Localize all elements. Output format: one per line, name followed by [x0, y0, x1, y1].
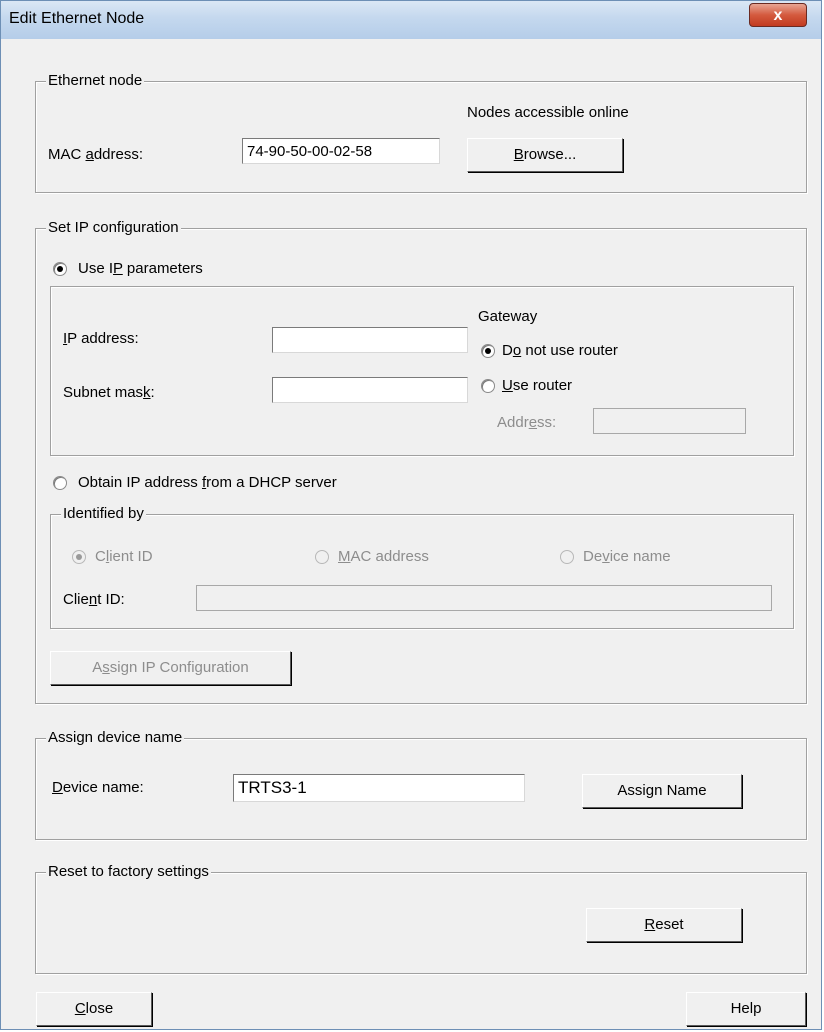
dialog-content: Ethernet node Nodes accessible online MA…: [1, 39, 821, 1029]
obtain-dhcp-radio[interactable]: [53, 476, 67, 490]
client-id-option-label: Client ID: [95, 548, 153, 565]
router-address-input[interactable]: [593, 408, 746, 434]
ethernet-node-group: Ethernet node Nodes accessible online MA…: [35, 72, 807, 193]
dialog-title: Edit Ethernet Node: [9, 10, 145, 27]
mac-address-option-radio[interactable]: [315, 550, 329, 564]
edit-ethernet-node-dialog: Edit Ethernet Node x Ethernet node Nodes…: [0, 0, 822, 1030]
ip-address-input[interactable]: [272, 327, 468, 353]
do-not-use-router-radio[interactable]: [481, 344, 495, 358]
device-name-label: Device name:: [52, 779, 144, 796]
assign-ip-configuration-button[interactable]: Assign IP Configuration: [50, 651, 291, 685]
assign-device-name-legend: Assign device name: [46, 729, 185, 746]
router-address-label: Address:: [497, 414, 557, 431]
ip-address-label: IP address:: [63, 330, 139, 347]
help-button[interactable]: Help: [686, 992, 806, 1026]
client-id-input[interactable]: [196, 585, 772, 611]
assign-device-name-group: Assign device name Device name: Assign N…: [35, 729, 807, 840]
obtain-dhcp-label: Obtain IP address from a DHCP server: [78, 474, 337, 491]
identified-by-group: Identified by Client ID MAC address Devi…: [50, 505, 794, 629]
use-ip-parameters-label: Use IP parameters: [78, 260, 203, 277]
nodes-online-label: Nodes accessible online: [467, 104, 629, 121]
device-name-option-label: Device name: [583, 548, 671, 565]
browse-button[interactable]: Browse...: [467, 138, 623, 172]
gateway-label: Gateway: [478, 308, 538, 325]
close-button[interactable]: Close: [36, 992, 152, 1026]
ethernet-node-legend: Ethernet node: [46, 72, 145, 89]
client-id-option-radio[interactable]: [72, 550, 86, 564]
mac-address-input[interactable]: [242, 138, 440, 164]
subnet-mask-label: Subnet mask:: [63, 384, 155, 401]
ip-configuration-group: Set IP configuration Use IP parameters I…: [35, 219, 807, 704]
use-ip-parameters-radio[interactable]: [53, 262, 67, 276]
client-id-label: Client ID:: [63, 591, 125, 608]
identified-by-legend: Identified by: [61, 505, 146, 522]
close-window-button[interactable]: x: [749, 3, 807, 27]
title-bar[interactable]: Edit Ethernet Node x: [1, 1, 821, 40]
ip-configuration-legend: Set IP configuration: [46, 219, 181, 236]
subnet-mask-input[interactable]: [272, 377, 468, 403]
device-name-option-radio[interactable]: [560, 550, 574, 564]
ip-parameters-panel: IP address: Subnet mask: Gateway Do not …: [50, 286, 794, 456]
use-router-label: Use router: [502, 377, 573, 394]
reset-factory-legend: Reset to factory settings: [46, 863, 211, 880]
reset-button[interactable]: Reset: [586, 908, 742, 942]
reset-factory-group: Reset to factory settings Reset: [35, 863, 807, 974]
assign-name-button[interactable]: Assign Name: [582, 774, 742, 808]
mac-address-option-label: MAC address: [338, 548, 429, 565]
device-name-input[interactable]: [233, 774, 525, 802]
use-router-radio[interactable]: [481, 379, 495, 393]
do-not-use-router-label: Do not use router: [502, 342, 618, 359]
mac-address-label: MAC address:: [48, 146, 144, 163]
